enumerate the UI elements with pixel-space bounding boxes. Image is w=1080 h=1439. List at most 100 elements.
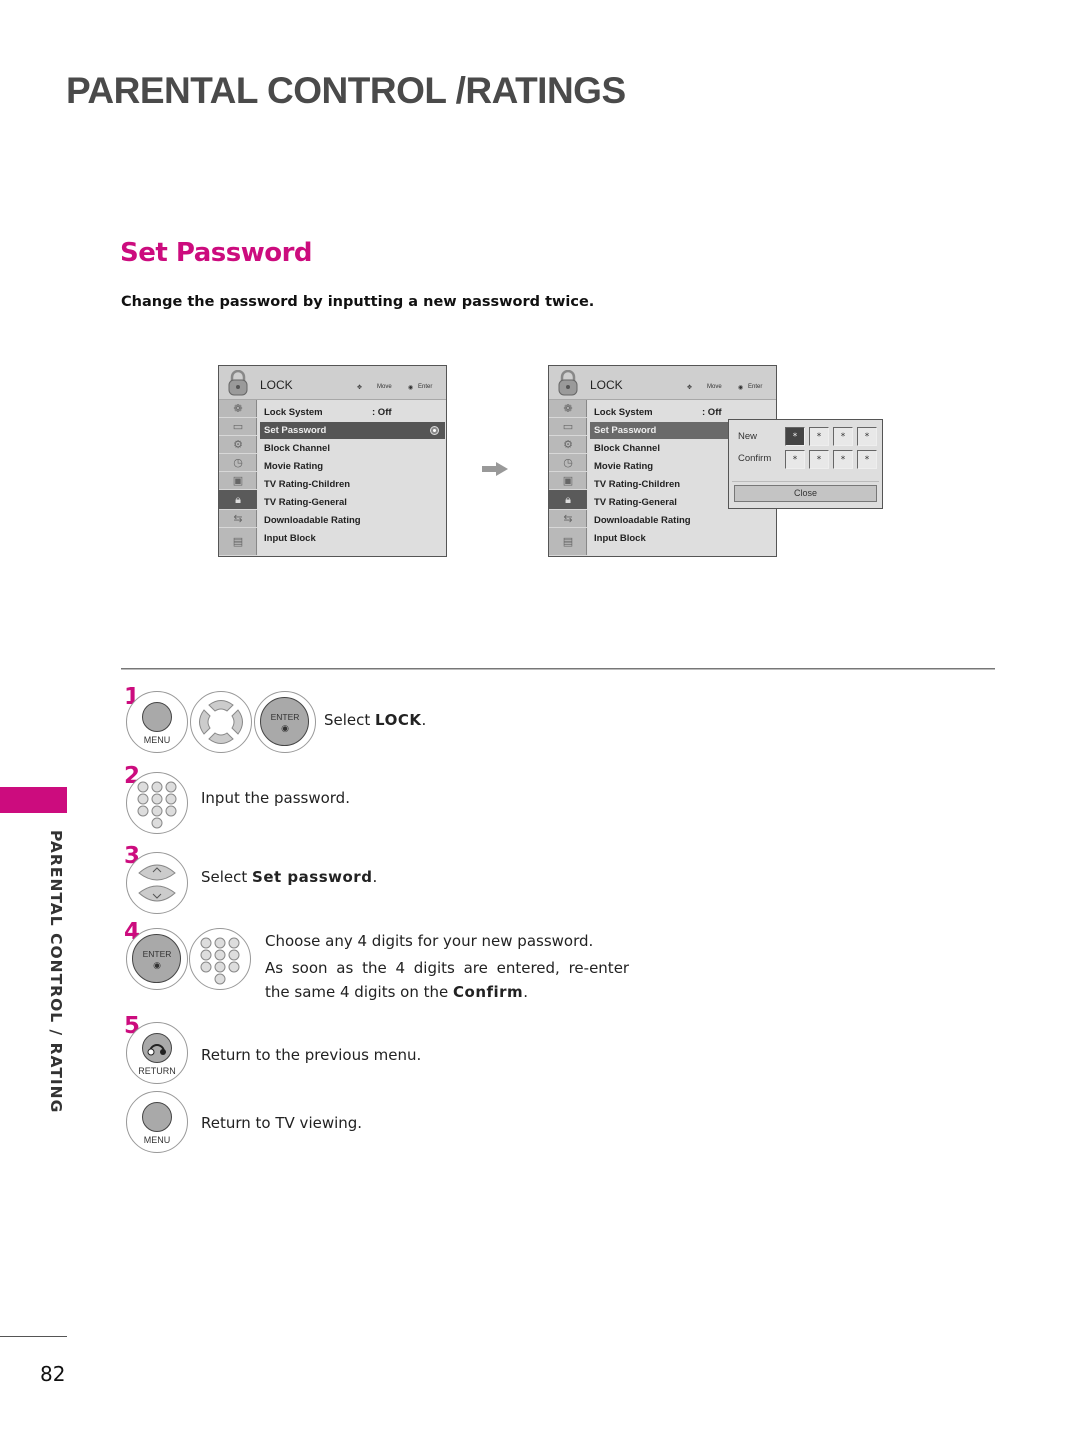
clock-icon[interactable]: ◷ [219,454,257,472]
menu-item-tv-rating-general[interactable]: TV Rating-General [264,494,440,511]
input-icon[interactable]: ⇆ [549,510,587,528]
enter-hint: Enter [418,384,433,390]
menu-item-label: Lock System [594,407,653,418]
menu-item-label: Set Password [264,425,327,436]
option-icon[interactable]: ⚙ [219,436,257,454]
menu-item-movie-rating[interactable]: Movie Rating [264,458,440,475]
menu-item-set-password[interactable]: Set Password [260,422,445,439]
step-text-prefix: Select [324,711,376,729]
keypad-icon [137,781,177,829]
move-hint: Move [377,384,392,390]
menu-header: LOCK ✥ Move ◉ Enter [219,366,446,400]
move-icon: ✥ [687,385,693,391]
close-button[interactable]: Close [734,485,877,502]
section-title: Set Password [120,238,313,268]
usb-icon[interactable]: ▤ [219,528,257,556]
up-down-arrow-icon [138,864,176,902]
chapter-tab [0,787,67,813]
button-caption: RETURN [138,1066,176,1076]
menu-item-label: Lock System [264,407,323,418]
new-digit-2[interactable]: * [809,427,829,446]
lock-icon[interactable]: 🔒︎ [549,490,587,510]
step-1-text: Select LOCK. [324,711,426,729]
return-button: RETURN [126,1022,188,1084]
menu-title: LOCK [590,378,623,392]
menu-sidebar: ❁ ▭ ⚙ ◷ ▣ 🔒︎ ⇆ ▤ [549,400,587,556]
button-caption: MENU [143,1135,171,1145]
audio-icon[interactable]: ▣ [549,472,587,490]
new-digit-4[interactable]: * [857,427,877,446]
step-4-line-3: the same 4 digits on the Confirm. [265,983,528,1001]
input-icon[interactable]: ⇆ [219,510,257,528]
step-3-text: Select Set password. [201,868,377,886]
menu-item-input-block[interactable]: Input Block [594,530,770,547]
return-arrow-icon [147,1044,166,1056]
lock-menu-before: LOCK ✥ Move ◉ Enter ❁ ▭ ⚙ ◷ ▣ 🔒︎ ⇆ ▤ Loc… [218,365,447,557]
menu-item-block-channel[interactable]: Block Channel [264,440,440,457]
confirm-digit-3[interactable]: * [833,450,853,469]
step-text-prefix: the same 4 digits on the [265,983,453,1001]
screen-icon[interactable]: ▭ [549,418,587,436]
confirm-digit-1[interactable]: * [785,450,805,469]
menu-item-value: : Off [372,407,392,418]
new-digit-3[interactable]: * [833,427,853,446]
menu-item-value: : Off [702,407,722,418]
footer-rule [0,1336,67,1337]
navigation-pad [190,691,252,753]
step-text-suffix: . [372,868,378,886]
audio-icon[interactable]: ▣ [219,472,257,490]
menu-item-input-block[interactable]: Input Block [264,530,440,547]
confirm-digit-2[interactable]: * [809,450,829,469]
number-keypad [189,928,251,990]
menu-header: LOCK ✥ Move ◉ Enter [549,366,776,400]
lock-icon[interactable]: 🔒︎ [219,490,257,510]
return-button-icon [142,1033,172,1063]
enter-hint: Enter [748,384,763,390]
step-text-bold: LOCK [375,711,422,729]
button-caption: MENU [143,735,171,745]
menu-button: MENU [126,691,188,753]
menu-sidebar: ❁ ▭ ⚙ ◷ ▣ 🔒︎ ⇆ ▤ [219,400,257,556]
confirm-label: Confirm [738,453,772,464]
step-text-bold: Set password [252,868,373,886]
padlock-icon [228,370,248,396]
menu-button-icon [142,1102,172,1132]
chapter-label: PARENTAL CONTROL / RATING [47,830,65,1114]
menu-item-lock-system[interactable]: Lock System : Off [264,404,440,421]
step-text-suffix: . [421,711,427,729]
up-down-keys [126,852,188,914]
picture-icon[interactable]: ❁ [549,400,587,418]
step-4-line-2: As soon as the 4 digits are entered, re-… [265,959,630,977]
menu-button-icon [142,702,172,732]
move-icon: ✥ [357,385,363,391]
enter-icon: ◉ [738,385,744,391]
move-hint: Move [707,384,722,390]
menu-item-tv-rating-children[interactable]: TV Rating-Children [264,476,440,493]
new-digit-1[interactable]: * [785,427,805,446]
usb-icon[interactable]: ▤ [549,528,587,556]
section-subtitle: Change the password by inputting a new p… [121,294,595,310]
picture-icon[interactable]: ❁ [219,400,257,418]
step-5-text: Return to the previous menu. [201,1046,422,1064]
right-arrow-icon [482,462,508,476]
step-text-suffix: . [523,983,528,1001]
button-caption: ENTER [142,949,172,959]
new-label: New [738,431,758,442]
step-6-text: Return to TV viewing. [201,1114,363,1132]
enter-indicator-icon [430,426,439,435]
menu-item-downloadable-rating[interactable]: Downloadable Rating [594,512,770,529]
page-title: PARENTAL CONTROL /RATINGS [66,70,626,111]
screen-icon[interactable]: ▭ [219,418,257,436]
option-icon[interactable]: ⚙ [549,436,587,454]
number-keypad [126,772,188,834]
step-4-line-1: Choose any 4 digits for your new passwor… [265,932,594,950]
arrow-keys-icon [199,700,243,744]
clock-icon[interactable]: ◷ [549,454,587,472]
menu-item-downloadable-rating[interactable]: Downloadable Rating [264,512,440,529]
menu-title: LOCK [260,378,293,392]
dialog-divider [732,481,879,482]
confirm-digit-4[interactable]: * [857,450,877,469]
step-text-bold: Confirm [453,983,524,1001]
enter-icon: ◉ [408,385,414,391]
section-divider [121,668,995,670]
